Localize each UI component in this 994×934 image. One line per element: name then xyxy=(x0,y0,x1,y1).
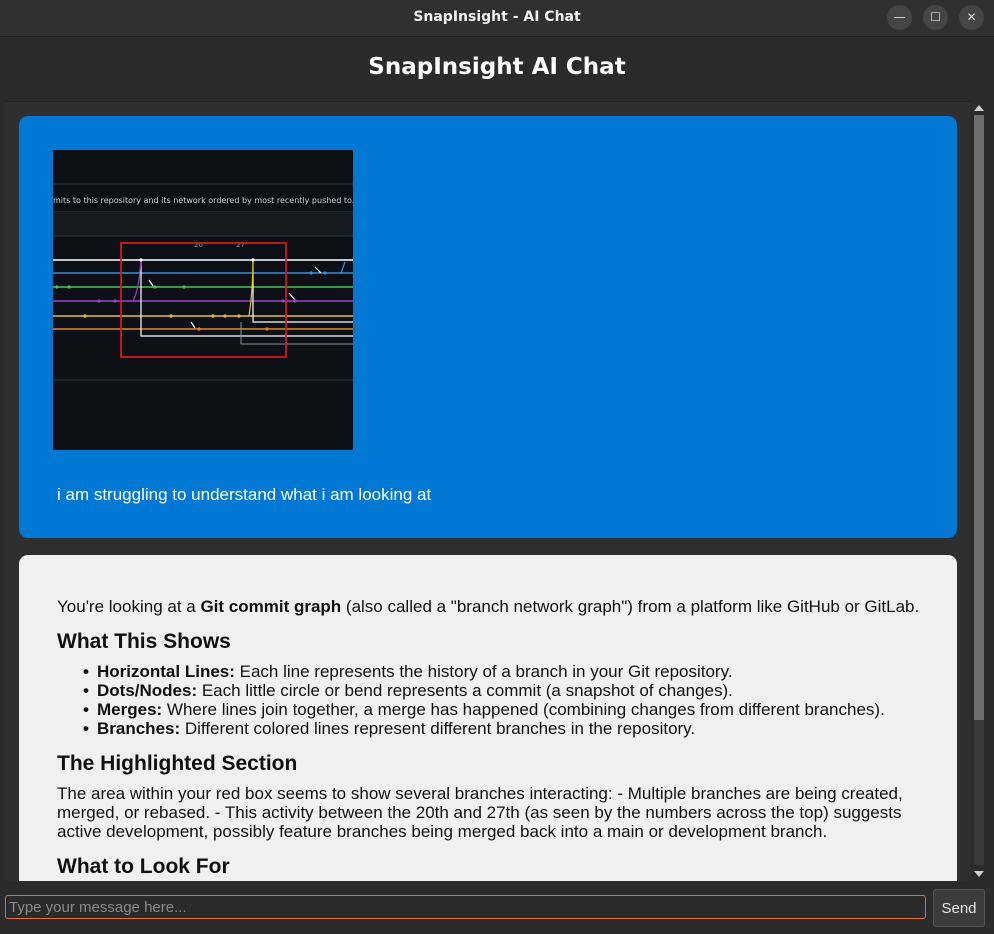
assistant-message-content: You're looking at a Git commit graph (al… xyxy=(57,597,937,881)
chat-history[interactable]: mits to this repository and its network … xyxy=(5,101,971,881)
scroll-up-icon[interactable] xyxy=(974,105,984,111)
close-button[interactable]: ✕ xyxy=(959,5,984,30)
highlighted-paragraph: The area within your red box seems to sh… xyxy=(57,784,903,841)
list-item: Branches: Different colored lines repres… xyxy=(83,719,937,738)
maximize-icon: ☐ xyxy=(930,10,941,24)
close-icon: ✕ xyxy=(966,10,977,24)
section-heading-what-this-shows: What This Shows xyxy=(57,630,231,653)
scrollbar-thumb[interactable] xyxy=(974,115,984,720)
section-heading-highlighted: The Highlighted Section xyxy=(57,752,298,775)
window-title: SnapInsight - AI Chat xyxy=(413,9,581,25)
section-heading-what-to-look-for: What to Look For xyxy=(57,855,230,878)
message-input[interactable] xyxy=(5,895,926,919)
minimize-button[interactable]: — xyxy=(887,5,912,30)
intro-paragraph: You're looking at a Git commit graph (al… xyxy=(57,597,920,616)
app-window: SnapInsight - AI Chat — ☐ ✕ SnapInsight … xyxy=(0,0,994,934)
bullet-list: Horizontal Lines: Each line represents t… xyxy=(83,662,937,738)
minimize-icon: — xyxy=(893,10,906,24)
graph-caption: mits to this repository and its network … xyxy=(53,196,353,205)
commit-graph-image: mits to this repository and its network … xyxy=(53,150,353,450)
list-item: Dots/Nodes: Each little circle or bend r… xyxy=(83,681,937,700)
app-header: SnapInsight AI Chat xyxy=(0,38,994,100)
list-item: Merges: Where lines join together, a mer… xyxy=(83,700,937,719)
maximize-button[interactable]: ☐ xyxy=(923,5,948,30)
scroll-down-icon[interactable] xyxy=(974,871,984,877)
title-bar: SnapInsight - AI Chat — ☐ ✕ xyxy=(0,0,994,37)
input-bar: Send xyxy=(0,881,994,934)
chat-scrollbar[interactable] xyxy=(971,101,987,881)
attached-screenshot[interactable]: mits to this repository and its network … xyxy=(53,150,353,450)
send-button[interactable]: Send xyxy=(933,889,985,927)
user-message-text: i am struggling to understand what i am … xyxy=(57,485,432,504)
page-title: SnapInsight AI Chat xyxy=(368,54,626,80)
user-message: mits to this repository and its network … xyxy=(19,116,957,538)
list-item: Horizontal Lines: Each line represents t… xyxy=(83,662,937,681)
assistant-message: You're looking at a Git commit graph (al… xyxy=(19,555,957,881)
